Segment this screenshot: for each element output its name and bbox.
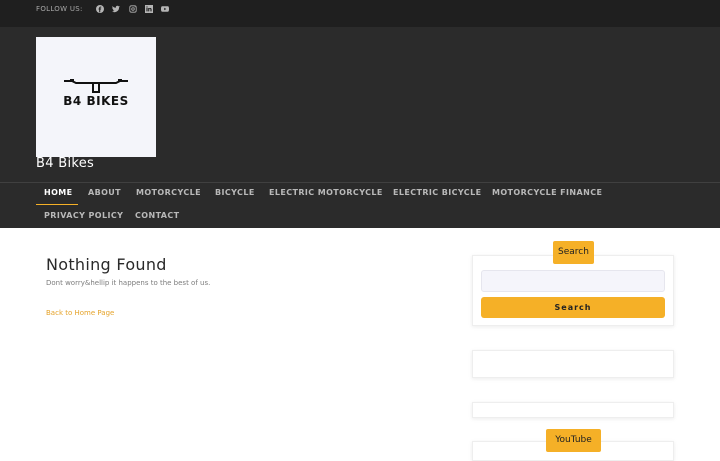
search-widget-title: Search: [553, 241, 594, 264]
top-bar: FOLLOW US:: [0, 0, 720, 27]
not-found-message: Dont worry&hellip it happens to the best…: [46, 279, 211, 287]
sidebar-widget-empty-2: [472, 402, 674, 418]
page-title: Nothing Found: [46, 255, 167, 274]
nav-electric-bicycle[interactable]: ELECTRIC BICYCLE: [393, 188, 481, 197]
instagram-icon[interactable]: [128, 4, 138, 14]
search-input[interactable]: [481, 270, 665, 292]
youtube-icon[interactable]: [160, 4, 170, 14]
nav-privacy-policy[interactable]: PRIVACY POLICY: [44, 211, 123, 220]
nav-motorcycle[interactable]: MOTORCYCLE: [136, 188, 201, 197]
nav-motorcycle-finance[interactable]: MOTORCYCLE FINANCE: [492, 188, 602, 197]
youtube-widget-title: YouTube: [546, 429, 601, 452]
nav-bicycle[interactable]: BICYCLE: [215, 188, 255, 197]
site-logo[interactable]: B4 BIKES: [36, 37, 156, 157]
main-navigation: HOME ABOUT MOTORCYCLE BICYCLE ELECTRIC M…: [0, 182, 720, 228]
logo-text: B4 BIKES: [63, 94, 129, 108]
site-title[interactable]: B4 Bikes: [36, 156, 94, 171]
linkedin-icon[interactable]: [144, 4, 154, 14]
nav-home[interactable]: HOME: [44, 188, 73, 197]
follow-us-label: FOLLOW US:: [36, 5, 83, 13]
facebook-icon[interactable]: [95, 4, 105, 14]
back-to-home-link[interactable]: Back to Home Page: [46, 309, 114, 317]
nav-about[interactable]: ABOUT: [88, 188, 121, 197]
sidebar-widget-empty: [472, 350, 674, 378]
active-indicator: [36, 204, 78, 205]
search-button[interactable]: Search: [481, 297, 665, 318]
site-header: B4 BIKES B4 Bikes: [0, 27, 720, 182]
nav-contact[interactable]: CONTACT: [135, 211, 180, 220]
nav-electric-motorcycle[interactable]: ELECTRIC MOTORCYCLE: [269, 188, 383, 197]
handlebar-icon: [64, 79, 128, 93]
twitter-icon[interactable]: [111, 4, 121, 14]
